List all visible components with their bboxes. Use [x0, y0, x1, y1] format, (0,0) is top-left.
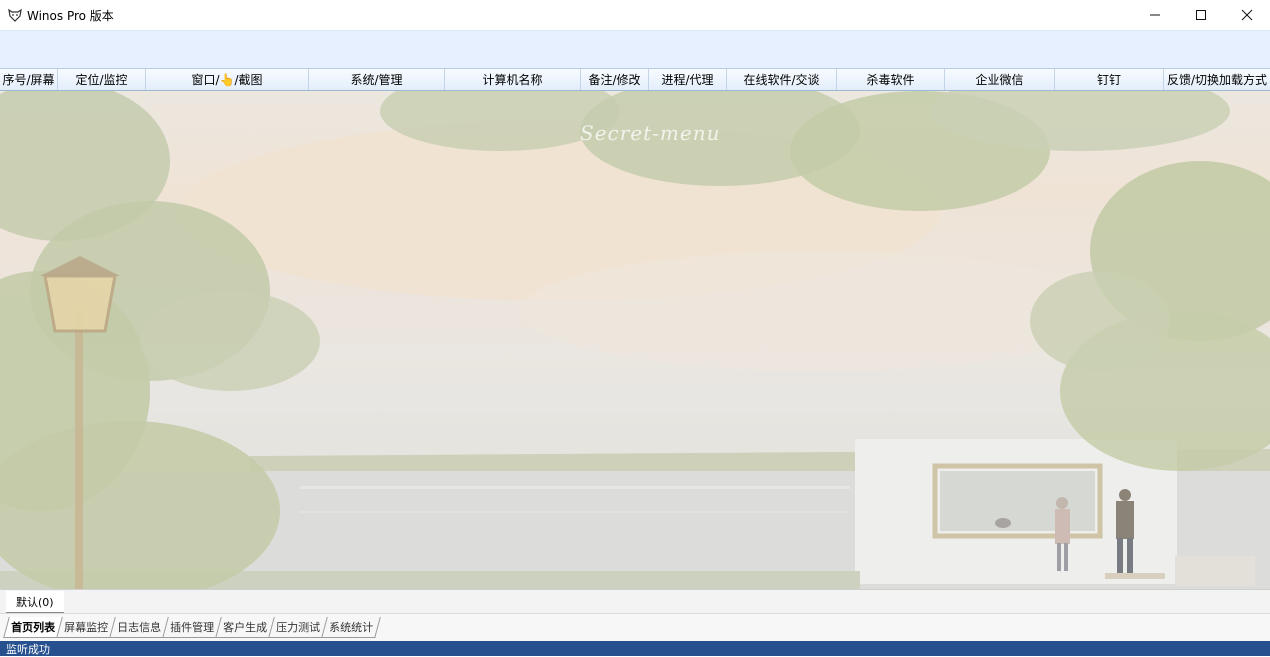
status-text: 监听成功 — [6, 642, 50, 656]
tab-label: 客户生成 — [223, 621, 268, 634]
column-wecom[interactable]: 企业微信 — [945, 69, 1055, 90]
function-tab-bar: 首页列表 屏幕监控 日志信息 插件管理 客户生成 压力测试 系统统计 — [0, 613, 1270, 641]
tab-plugin-manage[interactable]: 插件管理 — [162, 617, 221, 638]
tab-label: 系统统计 — [329, 621, 374, 634]
title-bar: Winos Pro 版本 — [0, 0, 1270, 30]
fox-icon — [8, 8, 22, 22]
close-icon — [1241, 9, 1253, 21]
tab-client-generate[interactable]: 客户生成 — [215, 617, 274, 638]
client-list-area[interactable]: Secret-menu — [0, 91, 1270, 589]
tab-label: 首页列表 — [11, 621, 56, 634]
maximize-button[interactable] — [1178, 0, 1224, 30]
column-online-software[interactable]: 在线软件/交谈 — [727, 69, 837, 90]
column-window-screenshot[interactable]: 窗口/👆/截图 — [146, 69, 309, 90]
tab-label: 压力测试 — [276, 621, 321, 634]
tab-label: 屏幕监控 — [64, 621, 109, 634]
tab-label: 插件管理 — [170, 621, 215, 634]
column-index-screen[interactable]: 序号/屏幕 — [0, 69, 58, 90]
background-landscape-image — [0, 91, 1270, 589]
group-tab-bar: 默认(0) — [0, 589, 1270, 613]
window-controls — [1132, 0, 1270, 30]
column-antivirus[interactable]: 杀毒软件 — [837, 69, 945, 90]
column-remark-edit[interactable]: 备注/修改 — [581, 69, 649, 90]
tab-screen-monitor[interactable]: 屏幕监控 — [56, 617, 115, 638]
group-tab-label: 默认(0) — [16, 595, 54, 609]
maximize-icon — [1196, 10, 1206, 20]
column-feedback[interactable]: 反馈/切换加载方式 — [1164, 69, 1270, 90]
minimize-button[interactable] — [1132, 0, 1178, 30]
group-tab-default[interactable]: 默认(0) — [6, 591, 64, 613]
column-process-proxy[interactable]: 进程/代理 — [649, 69, 727, 90]
tab-system-stats[interactable]: 系统统计 — [321, 617, 381, 638]
column-header: 序号/屏幕 定位/监控 窗口/👆/截图 系统/管理 计算机名称 备注/修改 进程… — [0, 68, 1270, 91]
column-location-monitor[interactable]: 定位/监控 — [58, 69, 146, 90]
column-computer-name[interactable]: 计算机名称 — [445, 69, 581, 90]
window-title: Winos Pro 版本 — [27, 8, 114, 23]
column-dingtalk[interactable]: 钉钉 — [1055, 69, 1164, 90]
minimize-icon — [1150, 14, 1160, 16]
tab-label: 日志信息 — [117, 621, 162, 634]
column-system-manage[interactable]: 系统/管理 — [309, 69, 445, 90]
tab-stress-test[interactable]: 压力测试 — [268, 617, 327, 638]
tab-log-info[interactable]: 日志信息 — [109, 617, 168, 638]
close-button[interactable] — [1224, 0, 1270, 30]
status-bar: 监听成功 — [0, 641, 1270, 656]
toolbar — [0, 30, 1270, 68]
background-watermark: Secret-menu — [580, 121, 721, 145]
tab-home-list[interactable]: 首页列表 — [3, 617, 62, 638]
